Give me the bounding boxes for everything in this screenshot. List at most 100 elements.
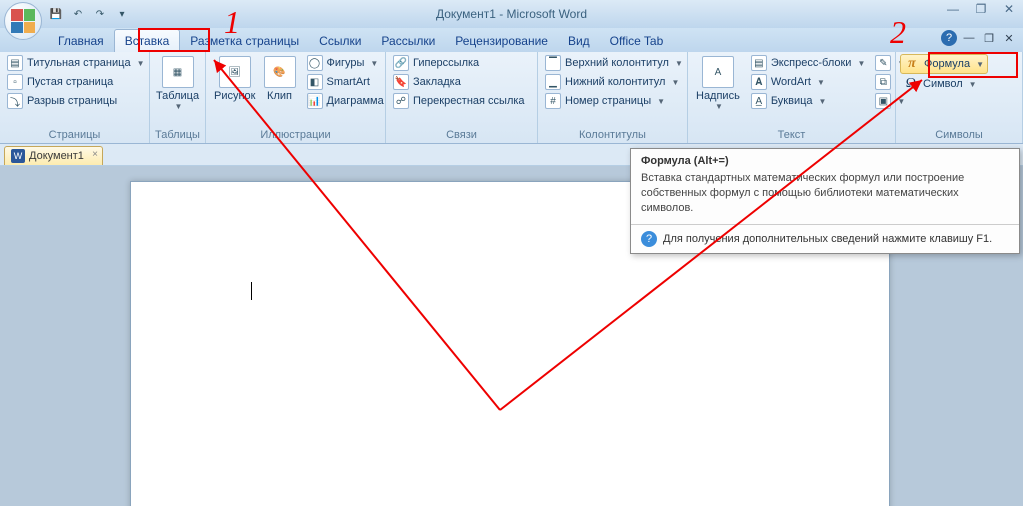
blank-page-button[interactable]: ▫ Пустая страница <box>4 73 148 91</box>
word-doc-icon: W <box>11 149 25 163</box>
group-symbols-label: Символы <box>900 128 1018 143</box>
window-controls: — ❐ ✕ <box>943 2 1019 16</box>
undo-icon[interactable]: ↶ <box>70 6 86 22</box>
chart-label: Диаграмма <box>327 95 384 107</box>
tab-view[interactable]: Вид <box>558 30 600 52</box>
text-box-button[interactable]: A Надпись ▼ <box>692 54 744 113</box>
document-tab[interactable]: W Документ1 × <box>4 146 103 165</box>
text-cursor <box>251 282 252 300</box>
close-icon[interactable]: × <box>92 149 98 160</box>
equation-tooltip: Формула (Alt+=) Вставка стандартных мате… <box>630 148 1020 254</box>
chevron-down-icon: ▼ <box>976 60 984 69</box>
group-illustrations: 🖼 Рисунок 🎨 Клип ◯ Фигуры ▼ ◧ SmartArt 📊 <box>206 52 386 143</box>
group-links: 🔗 Гиперссылка 🔖 Закладка ☍ Перекрестная … <box>386 52 538 143</box>
help-icon[interactable]: ? <box>941 30 957 46</box>
tab-mailings[interactable]: Рассылки <box>371 30 445 52</box>
hyperlink-icon: 🔗 <box>393 55 409 71</box>
group-symbols: π Формула ▼ Ω Символ ▼ Символы <box>896 52 1023 143</box>
cover-page-icon: ▤ <box>7 55 23 71</box>
picture-button[interactable]: 🖼 Рисунок <box>210 54 260 104</box>
shapes-button[interactable]: ◯ Фигуры ▼ <box>304 54 387 72</box>
chevron-down-icon: ▼ <box>137 59 145 68</box>
group-header-footer: ▔ Верхний колонтитул ▼ ▁ Нижний колонтит… <box>538 52 688 143</box>
text-box-label: Надпись <box>696 90 740 102</box>
chevron-down-icon: ▼ <box>675 59 683 68</box>
cross-ref-icon: ☍ <box>393 93 409 109</box>
tab-references[interactable]: Ссылки <box>309 30 371 52</box>
mdi-minimize-button[interactable]: — <box>961 30 977 46</box>
help-icon: ? <box>641 231 657 247</box>
smartart-icon: ◧ <box>307 74 323 90</box>
page-break-button[interactable]: ⤵ Разрыв страницы <box>4 92 148 110</box>
quick-parts-icon: ▤ <box>751 55 767 71</box>
clip-art-button[interactable]: 🎨 Клип <box>260 54 300 104</box>
cross-reference-button[interactable]: ☍ Перекрестная ссылка <box>390 92 528 110</box>
ribbon-mdi-controls: ? — ❐ ✕ <box>941 30 1017 46</box>
table-icon: ▦ <box>162 56 194 88</box>
page-break-icon: ⤵ <box>7 93 23 109</box>
quick-access-toolbar: 💾 ↶ ↷ ▾ <box>48 6 130 22</box>
page-number-icon: # <box>545 93 561 109</box>
symbol-label: Символ <box>923 78 963 90</box>
symbol-button[interactable]: Ω Символ ▼ <box>900 75 988 93</box>
chevron-down-icon: ▼ <box>657 97 665 106</box>
group-tables-label: Таблицы <box>154 128 201 143</box>
title-bar: 💾 ↶ ↷ ▾ Документ1 - Microsoft Word — ❐ ✕ <box>0 0 1023 28</box>
wordart-button[interactable]: 𝐀 WordArt ▼ <box>748 73 869 91</box>
table-button[interactable]: ▦ Таблица ▼ <box>152 54 203 113</box>
chevron-down-icon: ▼ <box>969 80 977 89</box>
redo-icon[interactable]: ↷ <box>92 6 108 22</box>
cover-page-button[interactable]: ▤ Титульная страница ▼ <box>4 54 148 72</box>
page-break-label: Разрыв страницы <box>27 95 117 107</box>
tooltip-title: Формула (Alt+=) <box>631 149 1019 171</box>
shapes-label: Фигуры <box>327 57 365 69</box>
clip-art-icon: 🎨 <box>264 56 296 88</box>
group-links-label: Связи <box>390 128 533 143</box>
picture-icon: 🖼 <box>219 56 251 88</box>
mdi-close-button[interactable]: ✕ <box>1001 30 1017 46</box>
maximize-button[interactable]: ❐ <box>971 2 991 16</box>
group-illustrations-label: Иллюстрации <box>210 128 381 143</box>
group-text: A Надпись ▼ ▤ Экспресс-блоки ▼ 𝐀 WordArt… <box>688 52 896 143</box>
drop-cap-button[interactable]: A̲ Буквица ▼ <box>748 92 869 110</box>
header-button[interactable]: ▔ Верхний колонтитул ▼ <box>542 54 686 72</box>
cross-ref-label: Перекрестная ссылка <box>413 95 525 107</box>
tab-review[interactable]: Рецензирование <box>445 30 558 52</box>
document-tab-label: Документ1 <box>29 150 84 162</box>
tooltip-footer-text: Для получения дополнительных сведений на… <box>663 233 992 245</box>
chart-button[interactable]: 📊 Диаграмма <box>304 92 387 110</box>
hyperlink-button[interactable]: 🔗 Гиперссылка <box>390 54 528 72</box>
quick-parts-button[interactable]: ▤ Экспресс-блоки ▼ <box>748 54 869 72</box>
page-number-button[interactable]: # Номер страницы ▼ <box>542 92 686 110</box>
save-icon[interactable]: 💾 <box>48 6 64 22</box>
pi-icon: π <box>904 56 920 72</box>
group-header-footer-label: Колонтитулы <box>542 128 683 143</box>
header-label: Верхний колонтитул <box>565 57 669 69</box>
tab-insert[interactable]: Вставка <box>114 29 181 52</box>
signature-line-icon: ✎ <box>875 55 891 71</box>
text-box-icon: A <box>702 56 734 88</box>
chevron-down-icon: ▼ <box>819 97 827 106</box>
date-time-icon: ⧉ <box>875 74 891 90</box>
group-pages: ▤ Титульная страница ▼ ▫ Пустая страница… <box>0 52 150 143</box>
tab-home[interactable]: Главная <box>48 30 114 52</box>
footer-button[interactable]: ▁ Нижний колонтитул ▼ <box>542 73 686 91</box>
qat-more-icon[interactable]: ▾ <box>114 6 130 22</box>
bookmark-label: Закладка <box>413 76 461 88</box>
minimize-button[interactable]: — <box>943 2 963 16</box>
smartart-button[interactable]: ◧ SmartArt <box>304 73 387 91</box>
bookmark-button[interactable]: 🔖 Закладка <box>390 73 528 91</box>
table-label: Таблица <box>156 90 199 102</box>
chart-icon: 📊 <box>307 93 323 109</box>
footer-label: Нижний колонтитул <box>565 76 665 88</box>
chevron-down-icon: ▼ <box>857 59 865 68</box>
mdi-restore-button[interactable]: ❐ <box>981 30 997 46</box>
office-button[interactable] <box>4 2 42 40</box>
close-button[interactable]: ✕ <box>999 2 1019 16</box>
tab-page-layout[interactable]: Разметка страницы <box>180 30 309 52</box>
tab-office-tab[interactable]: Office Tab <box>600 30 674 52</box>
blank-page-icon: ▫ <box>7 74 23 90</box>
header-icon: ▔ <box>545 55 561 71</box>
wordart-label: WordArt <box>771 76 811 88</box>
equation-button[interactable]: π Формула ▼ <box>900 54 988 74</box>
